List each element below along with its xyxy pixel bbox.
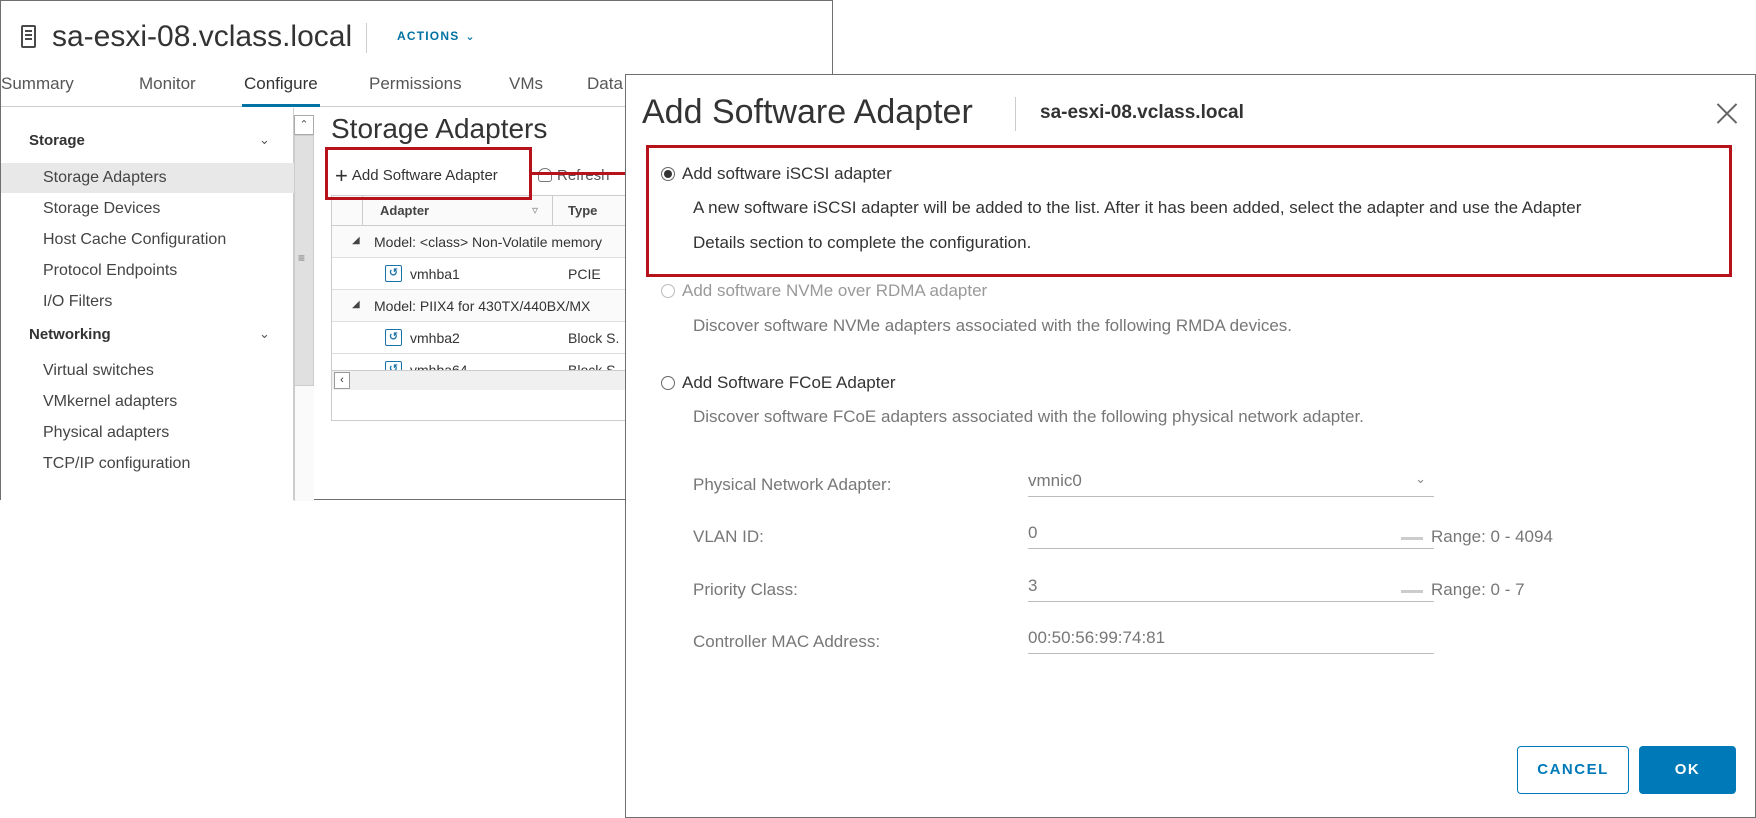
sidebar-item-io-filters[interactable]: I/O Filters — [1, 287, 294, 317]
sidebar-item-virtual-switches[interactable]: Virtual switches — [1, 356, 294, 386]
adapter-name: vmhba1 — [410, 266, 460, 282]
storage-adapter-icon: ↺ — [385, 265, 402, 282]
chevron-down-icon[interactable]: ⌄ — [259, 326, 270, 342]
grid-group-row[interactable]: ◢ Model: <class> Non-Volatile memory — [332, 226, 640, 258]
collapse-triangle-icon[interactable]: ◢ — [352, 299, 360, 310]
scroll-up-icon[interactable]: ⌃ — [294, 115, 314, 135]
priority-stepper-icon[interactable] — [1401, 590, 1423, 593]
priority-class-value: 3 — [1028, 576, 1038, 595]
sidebar-item-tcpip-configuration[interactable]: TCP/IP configuration — [1, 449, 294, 479]
refresh-icon — [538, 168, 552, 182]
scroll-left-icon[interactable]: ‹ — [334, 372, 350, 389]
grid-group-row[interactable]: ◢ Model: PIIX4 for 430TX/440BX/MX — [332, 290, 640, 322]
ok-button[interactable]: OK — [1639, 746, 1736, 794]
vlan-stepper-icon[interactable] — [1401, 537, 1423, 540]
controller-mac-input[interactable]: 00:50:56:99:74:81 — [1028, 624, 1434, 654]
dialog-title: Add Software Adapter — [642, 93, 973, 131]
physical-adapter-label: Physical Network Adapter: — [693, 475, 892, 494]
column-header-adapter[interactable]: Adapter — [380, 203, 429, 218]
group-label: Model: PIIX4 for 430TX/440BX/MX — [374, 298, 591, 314]
radio-nvme-rdma[interactable] — [661, 284, 675, 298]
radio-iscsi[interactable] — [661, 167, 675, 181]
chevron-down-icon: ⌄ — [465, 31, 476, 43]
sidebar-item-protocol-endpoints[interactable]: Protocol Endpoints — [1, 256, 294, 286]
grid-header: Adapter ▿ Type — [332, 196, 640, 226]
sidebar-item-host-cache[interactable]: Host Cache Configuration — [1, 225, 294, 255]
chevron-down-icon[interactable]: ⌄ — [259, 132, 270, 148]
dialog-title-divider — [1015, 97, 1016, 131]
callout-arrow-line — [532, 172, 636, 175]
sidebar-item-storage-adapters[interactable]: Storage Adapters — [1, 163, 294, 193]
page-title: Storage Adapters — [331, 113, 548, 144]
host-title: sa-esxi-08.vclass.local — [52, 20, 353, 53]
priority-range-hint: Range: 0 - 7 — [1431, 580, 1525, 599]
vlan-id-input[interactable]: 0 — [1028, 519, 1434, 549]
column-divider — [552, 196, 553, 226]
option-label-nvme-rdma[interactable]: Add software NVMe over RDMA adapter — [682, 281, 987, 301]
adapter-type: Block S. — [568, 330, 620, 346]
grid-horizontal-scrollbar[interactable]: ‹ — [332, 370, 640, 390]
option-desc-iscsi: A new software iSCSI adapter will be add… — [693, 190, 1581, 260]
host-icon — [21, 25, 36, 48]
controller-mac-label: Controller MAC Address: — [693, 632, 881, 651]
table-row[interactable]: ↺ vmhba2 Block S. — [332, 322, 640, 354]
vlan-id-value: 0 — [1028, 523, 1038, 542]
sidebar-section-storage[interactable]: Storage — [29, 132, 85, 149]
option-desc-nvme-rdma: Discover software NVMe adapters associat… — [693, 316, 1293, 335]
resize-grip-icon[interactable]: ≡ — [298, 251, 305, 265]
sidebar-item-vmkernel-adapters[interactable]: VMkernel adapters — [1, 387, 294, 417]
tab-summary[interactable]: Summary — [1, 74, 74, 104]
tab-vms[interactable]: VMs — [509, 74, 543, 104]
table-row[interactable]: ↺ vmhba1 PCIE — [332, 258, 640, 290]
collapse-triangle-icon[interactable]: ◢ — [352, 235, 360, 246]
priority-class-label: Priority Class: — [693, 580, 798, 599]
tab-permissions[interactable]: Permissions — [369, 74, 462, 104]
actions-label: ACTIONS — [397, 29, 460, 43]
adapter-type: PCIE — [568, 266, 601, 282]
close-icon[interactable] — [1715, 101, 1739, 125]
option-label-fcoe[interactable]: Add Software FCoE Adapter — [682, 373, 896, 393]
chevron-down-icon: ⌄ — [1415, 471, 1426, 486]
storage-adapter-icon: ↺ — [385, 329, 402, 346]
tab-configure[interactable]: Configure — [242, 74, 320, 107]
refresh-button[interactable]: Refresh — [538, 167, 610, 184]
controller-mac-value: 00:50:56:99:74:81 — [1028, 628, 1166, 647]
option-desc-line: A new software iSCSI adapter will be add… — [693, 198, 1582, 217]
tab-monitor[interactable]: Monitor — [139, 74, 196, 104]
host-header: sa-esxi-08.vclass.local ACTIONS ⌄ — [1, 1, 832, 71]
cancel-button[interactable]: CANCEL — [1517, 746, 1629, 794]
callout-highlight-box — [325, 147, 532, 200]
option-desc-fcoe: Discover software FCoE adapters associat… — [693, 407, 1364, 426]
option-label-iscsi[interactable]: Add software iSCSI adapter — [682, 164, 892, 184]
column-divider — [362, 196, 363, 226]
add-software-adapter-dialog: Add Software Adapter sa-esxi-08.vclass.l… — [625, 74, 1756, 818]
adapter-name: vmhba2 — [410, 330, 460, 346]
configure-sidebar: Storage ⌄ Storage Adapters Storage Devic… — [1, 108, 294, 500]
vlan-id-label: VLAN ID: — [693, 527, 764, 546]
refresh-label: Refresh — [557, 167, 610, 184]
physical-adapter-value: vmnic0 — [1028, 471, 1082, 490]
option-desc-line: Details section to complete the configur… — [693, 233, 1032, 252]
sidebar-item-physical-adapters[interactable]: Physical adapters — [1, 418, 294, 448]
adapters-grid: Adapter ▿ Type ◢ Model: <class> Non-Vola… — [331, 195, 641, 421]
filter-icon[interactable]: ▿ — [532, 203, 538, 217]
actions-button[interactable]: ACTIONS ⌄ — [397, 29, 476, 43]
vlan-range-hint: Range: 0 - 4094 — [1431, 527, 1553, 546]
tab-datastores[interactable]: Data — [587, 74, 623, 104]
header-divider — [366, 23, 367, 53]
radio-fcoe[interactable] — [661, 376, 675, 390]
dialog-subtitle: sa-esxi-08.vclass.local — [1040, 102, 1244, 123]
priority-class-input[interactable]: 3 — [1028, 572, 1434, 602]
sidebar-section-networking[interactable]: Networking — [29, 326, 111, 343]
group-label: Model: <class> Non-Volatile memory — [374, 234, 602, 250]
physical-adapter-select[interactable]: vmnic0 ⌄ — [1028, 467, 1434, 497]
column-header-type[interactable]: Type — [568, 203, 597, 218]
sidebar-item-storage-devices[interactable]: Storage Devices — [1, 194, 294, 224]
